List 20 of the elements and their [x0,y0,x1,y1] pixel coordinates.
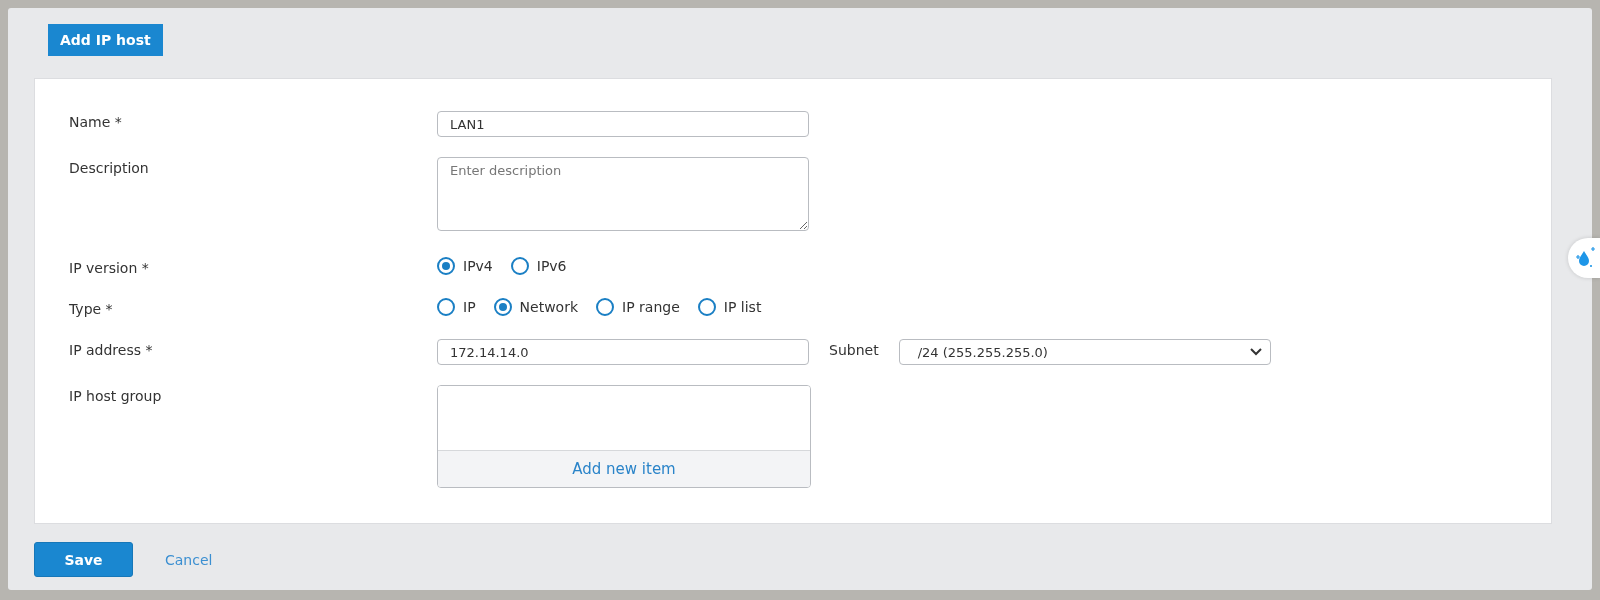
save-button[interactable]: Save [34,542,133,577]
subnet-dropdown[interactable]: /24 (255.255.255.0) [898,339,1271,365]
radio-option[interactable]: Network [493,298,579,316]
add-new-item-button[interactable]: Add new item [438,450,810,487]
radio-option[interactable]: IPv6 [510,257,567,275]
field-label: IP address * [69,341,154,358]
description-field[interactable]: Enter description [437,157,809,231]
radio-option[interactable]: IP range [596,298,680,316]
ip-address-field[interactable]: 172.14.14.0 [437,339,809,365]
radio-option[interactable]: IP list [697,298,762,316]
name-field[interactable]: LAN1 [437,111,809,137]
field-label: IP host group [69,387,163,404]
add-ip-host-button[interactable]: Add IP host [48,24,163,56]
field-label: Name * [69,113,123,130]
field-label: Type * [69,300,114,317]
field-label: Subnet [829,342,879,358]
field-label: Description [69,159,150,176]
radio-option[interactable]: IPv4 [437,257,493,275]
field-label: IP version * [69,259,150,276]
radio-option[interactable]: IP [437,298,476,316]
